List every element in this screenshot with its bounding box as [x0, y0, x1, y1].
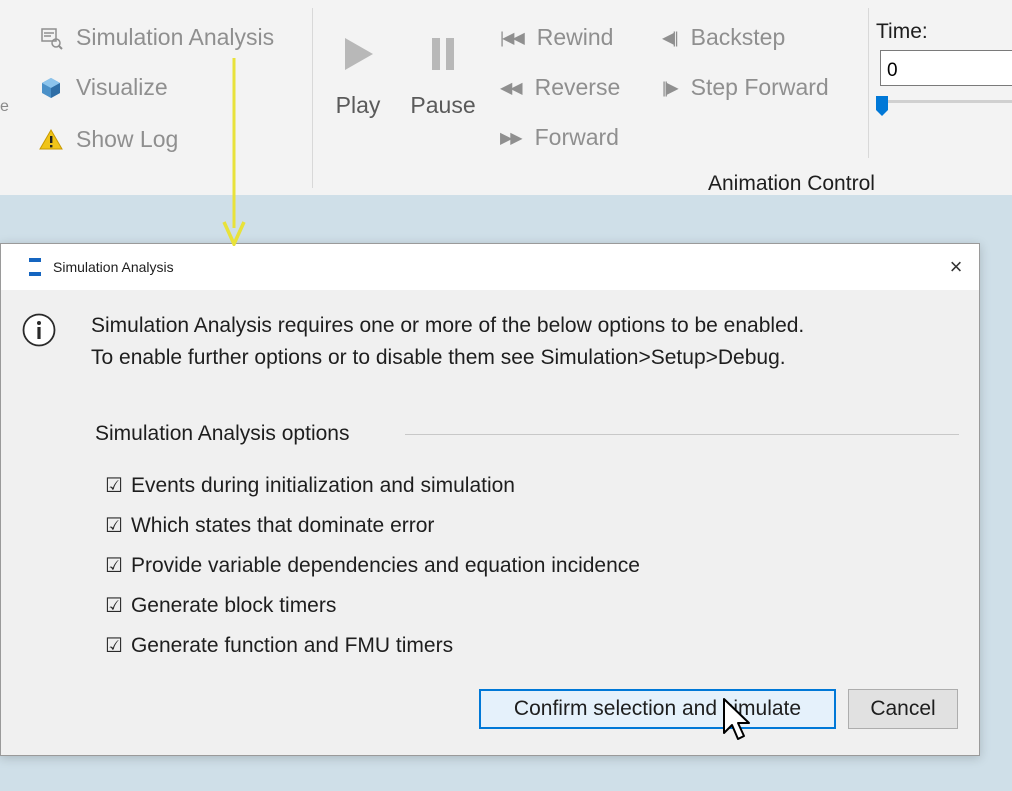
visualize-button[interactable]: Visualize [38, 74, 168, 101]
reverse-button[interactable]: ◀◀ Reverse [500, 74, 620, 101]
time-slider-thumb[interactable] [875, 95, 889, 117]
separator [312, 8, 313, 188]
dialog-titlebar[interactable]: Simulation Analysis × [1, 244, 979, 290]
visualize-label: Visualize [76, 74, 168, 100]
simulation-analysis-label: Simulation Analysis [76, 24, 275, 50]
rewind-button[interactable]: |◀◀ Rewind [500, 24, 613, 51]
reverse-icon: ◀◀ [500, 79, 523, 97]
warning-icon [38, 127, 64, 153]
animation-control-group-label: Animation Control [708, 172, 875, 195]
checkbox-checked-icon: ☑ [105, 555, 123, 577]
option-label: Generate block timers [130, 593, 337, 617]
simulation-analysis-icon [38, 25, 64, 51]
backstep-label: Backstep [690, 24, 786, 50]
pause-icon [406, 30, 480, 78]
backstep-icon: ◀|| [662, 29, 679, 47]
time-label: Time: [876, 20, 928, 43]
pause-label: Pause [410, 92, 476, 118]
forward-label: Forward [534, 124, 619, 150]
simulation-analysis-button[interactable]: Simulation Analysis [38, 24, 274, 51]
option-block-timers-checkbox[interactable]: ☑ Generate block timers [105, 593, 336, 618]
option-label: Generate function and FMU timers [130, 633, 454, 657]
rewind-icon: |◀◀ [500, 29, 525, 47]
option-label: Provide variable dependencies and equati… [130, 553, 640, 577]
checkbox-checked-icon: ☑ [105, 595, 123, 617]
clipped-text: e [0, 98, 9, 115]
cube-icon [38, 75, 64, 101]
ribbon-toolbar: e Simulation Analysis Visualize Show Log… [0, 0, 1012, 195]
message-line-2: To enable further options or to disable … [91, 346, 786, 369]
option-variable-dependencies-checkbox[interactable]: ☑ Provide variable dependencies and equa… [105, 553, 640, 578]
info-icon [22, 313, 56, 347]
show-log-label: Show Log [76, 126, 179, 152]
dialog-title: Simulation Analysis [53, 259, 174, 275]
cancel-button[interactable]: Cancel [848, 689, 958, 729]
show-log-button[interactable]: Show Log [38, 126, 178, 153]
time-input[interactable] [880, 50, 1012, 86]
step-forward-icon: ||▶ [662, 79, 679, 97]
options-group-title: Simulation Analysis options [95, 422, 356, 446]
option-label: Which states that dominate error [130, 513, 435, 537]
confirm-and-simulate-button[interactable]: Confirm selection and simulate [479, 689, 836, 729]
yellow-arrow-annotation [222, 58, 246, 246]
message-line-1: Simulation Analysis requires one or more… [91, 314, 805, 337]
backstep-button[interactable]: ◀|| Backstep [662, 24, 785, 51]
checkbox-checked-icon: ☑ [105, 515, 123, 537]
time-slider-track[interactable] [880, 100, 1012, 103]
play-label: Play [335, 92, 381, 118]
play-icon [330, 30, 386, 78]
simulation-analysis-dialog: Simulation Analysis × Simulation Analysi… [0, 243, 980, 756]
checkbox-checked-icon: ☑ [105, 475, 123, 497]
pause-button[interactable]: Pause [406, 30, 480, 119]
option-dominating-states-checkbox[interactable]: ☑ Which states that dominate error [105, 513, 434, 538]
play-button[interactable]: Play [330, 30, 386, 119]
reverse-label: Reverse [534, 74, 621, 100]
forward-icon: ▶▶ [500, 129, 523, 147]
rewind-label: Rewind [536, 24, 614, 50]
option-label: Events during initialization and simulat… [130, 473, 515, 497]
app-icon [29, 258, 41, 276]
option-function-fmu-timers-checkbox[interactable]: ☑ Generate function and FMU timers [105, 633, 453, 658]
step-forward-button[interactable]: ||▶ Step Forward [662, 74, 829, 101]
separator [868, 8, 869, 158]
step-forward-label: Step Forward [690, 74, 829, 100]
close-button[interactable]: × [941, 252, 971, 282]
forward-button[interactable]: ▶▶ Forward [500, 124, 619, 151]
option-events-checkbox[interactable]: ☑ Events during initialization and simul… [105, 473, 515, 498]
mouse-pointer-icon [723, 698, 750, 740]
group-divider [405, 434, 959, 435]
checkbox-checked-icon: ☑ [105, 635, 123, 657]
